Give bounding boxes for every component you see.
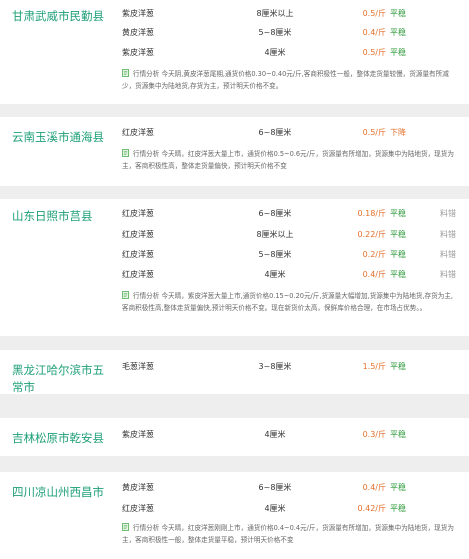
variety: 红皮洋葱	[122, 128, 154, 137]
note-icon	[122, 523, 129, 531]
price: 0.4/斤	[362, 270, 386, 279]
price: 0.4/斤	[362, 483, 386, 492]
variety: 紫皮洋葱	[122, 430, 154, 439]
price-row: 紫皮洋葱 8厘米以上 0.5/斤 平稳	[0, 7, 469, 21]
size: 4厘米	[264, 48, 286, 57]
price-row: 黄皮洋葱 6~8厘米 0.4/斤 平稳	[0, 481, 469, 495]
market-block-gansu: 甘肃武威市民勤县 紫皮洋葱 8厘米以上 0.5/斤 平稳 黄皮洋葱 5~8厘米 …	[0, 0, 469, 104]
market-note: 行情分析 今天晴，红皮洋葱大量上市，通货价格0.5~0.6元/斤，货源量有所增加…	[122, 149, 457, 172]
size: 6~8厘米	[258, 209, 292, 218]
price: 1.5/斤	[362, 362, 386, 371]
market-block-shandong: 山东日照市莒县 红皮洋葱 6~8厘米 0.18/斤 平稳 料错 红皮洋葱 8厘米…	[0, 199, 469, 336]
note-text: 行情分析 今天阴,黄皮洋葱尾期,通货价格0.30~0.40元/斤,客商积极性一般…	[122, 70, 449, 90]
price-row: 红皮洋葱 8厘米以上 0.22/斤 平稳 料错	[0, 228, 469, 242]
price-row: 红皮洋葱 6~8厘米 0.18/斤 平稳 料错	[0, 207, 469, 221]
market-block-sichuan: 四川凉山州西昌市 黄皮洋葱 6~8厘米 0.4/斤 平稳 红皮洋葱 4厘米 0.…	[0, 472, 469, 559]
price: 0.22/斤	[357, 230, 386, 239]
price-row: 红皮洋葱 4厘米 0.42/斤 平稳	[0, 502, 469, 516]
size: 8厘米以上	[256, 9, 294, 18]
price-row: 紫皮洋葱 4厘米 0.5/斤 平稳	[0, 46, 469, 60]
market-block-heilongjiang: 黑龙江哈尔滨市五常市 毛葱洋葱 3~8厘米 1.5/斤 平稳	[0, 350, 469, 394]
variety: 黄皮洋葱	[122, 28, 154, 37]
price: 0.4/斤	[362, 28, 386, 37]
price-row: 黄皮洋葱 5~8厘米 0.4/斤 平稳	[0, 26, 469, 40]
price: 0.18/斤	[357, 209, 386, 218]
variety: 紫皮洋葱	[122, 9, 154, 18]
row-extra: 料错	[440, 250, 456, 259]
market-note: 行情分析 今天晴，红皮洋葱刚刚上市，通货价格0.4~0.4元/斤，货源量有所增加…	[122, 523, 457, 546]
size: 6~8厘米	[258, 483, 292, 492]
size: 4厘米	[264, 430, 286, 439]
market-note: 行情分析 今天晴，紫皮洋葱大量上市,通货价格0.15~0.20元/斤,货源量大幅…	[122, 291, 457, 314]
variety: 毛葱洋葱	[122, 362, 154, 371]
price-row: 红皮洋葱 5~8厘米 0.2/斤 平稳 料错	[0, 248, 469, 262]
variety: 红皮洋葱	[122, 250, 154, 259]
market-block-jilin: 吉林松原市乾安县 紫皮洋葱 4厘米 0.3/斤 平稳	[0, 418, 469, 456]
price: 0.3/斤	[362, 430, 386, 439]
variety: 红皮洋葱	[122, 230, 154, 239]
price-row: 毛葱洋葱 3~8厘米 1.5/斤 平稳	[0, 360, 469, 374]
price: 0.5/斤	[362, 48, 386, 57]
price: 0.2/斤	[362, 250, 386, 259]
size: 6~8厘米	[258, 128, 292, 137]
trend: 平稳	[390, 430, 406, 439]
note-text: 行情分析 今天晴，红皮洋葱大量上市，通货价格0.5~0.6元/斤，货源量有所增加…	[122, 150, 454, 170]
price: 0.42/斤	[357, 504, 386, 513]
note-icon	[122, 149, 129, 157]
trend: 平稳	[390, 9, 406, 18]
trend: 平稳	[390, 362, 406, 371]
market-block-yunnan: 云南玉溪市通海县 红皮洋葱 6~8厘米 0.5/斤 下降 行情分析 今天晴，红皮…	[0, 117, 469, 186]
trend: 平稳	[390, 209, 406, 218]
trend: 平稳	[390, 230, 406, 239]
size: 8厘米以上	[256, 230, 294, 239]
size: 5~8厘米	[258, 250, 292, 259]
trend: 下降	[390, 128, 406, 137]
variety: 黄皮洋葱	[122, 483, 154, 492]
price: 0.5/斤	[362, 9, 386, 18]
size: 4厘米	[264, 504, 286, 513]
price-row: 红皮洋葱 4厘米 0.4/斤 平稳 料错	[0, 268, 469, 282]
variety: 红皮洋葱	[122, 209, 154, 218]
trend: 平稳	[390, 270, 406, 279]
row-extra: 料错	[440, 270, 456, 279]
size: 3~8厘米	[258, 362, 292, 371]
row-extra: 料错	[440, 209, 456, 218]
variety: 紫皮洋葱	[122, 48, 154, 57]
note-icon	[122, 291, 129, 299]
price-row: 紫皮洋葱 4厘米 0.3/斤 平稳	[0, 428, 469, 442]
price: 0.5/斤	[362, 128, 386, 137]
trend: 平稳	[390, 483, 406, 492]
trend: 平稳	[390, 48, 406, 57]
market-note: 行情分析 今天阴,黄皮洋葱尾期,通货价格0.30~0.40元/斤,客商积极性一般…	[122, 69, 457, 92]
note-text: 行情分析 今天晴，红皮洋葱刚刚上市，通货价格0.4~0.4元/斤，货源量有所增加…	[122, 524, 454, 544]
price-row: 红皮洋葱 6~8厘米 0.5/斤 下降	[0, 126, 469, 140]
variety: 红皮洋葱	[122, 504, 154, 513]
row-extra: 料错	[440, 230, 456, 239]
trend: 平稳	[390, 504, 406, 513]
size: 4厘米	[264, 270, 286, 279]
size: 5~8厘米	[258, 28, 292, 37]
variety: 红皮洋葱	[122, 270, 154, 279]
trend: 平稳	[390, 28, 406, 37]
note-icon	[122, 69, 129, 77]
note-text: 行情分析 今天晴，紫皮洋葱大量上市,通货价格0.15~0.20元/斤,货源量大幅…	[122, 292, 454, 312]
trend: 平稳	[390, 250, 406, 259]
